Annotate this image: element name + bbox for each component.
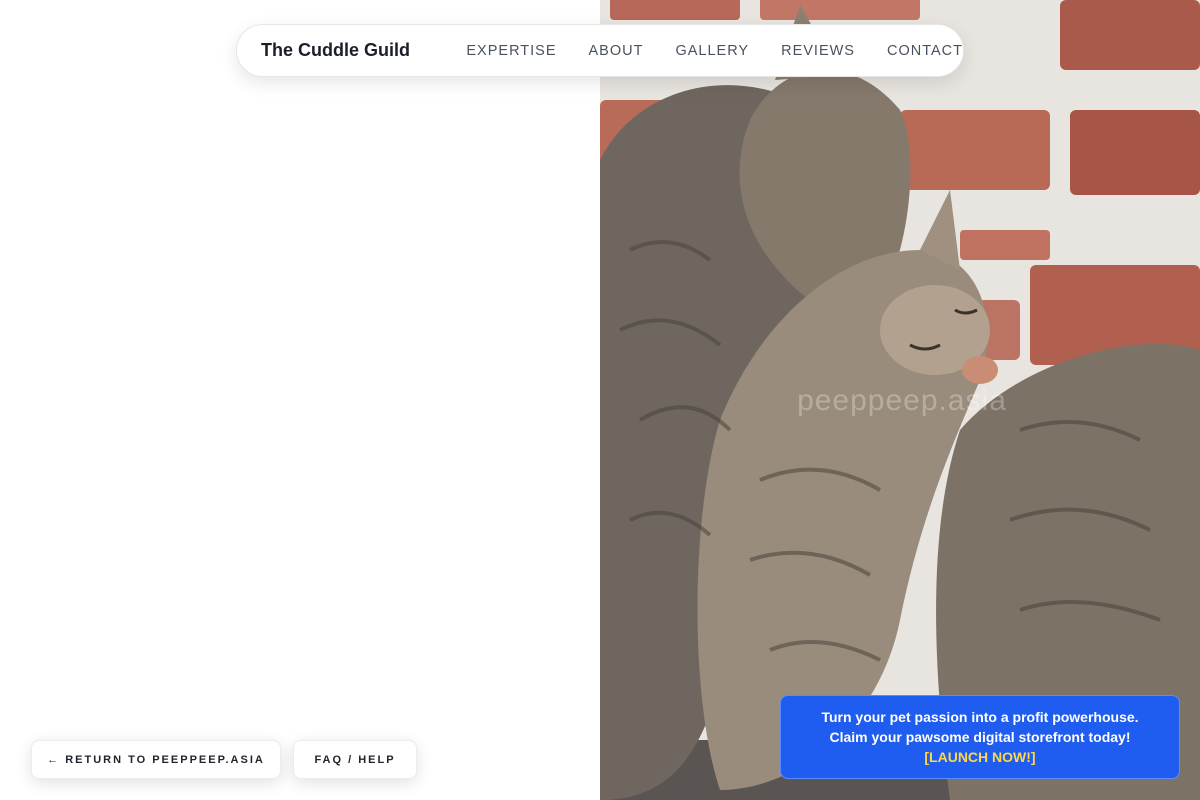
brand-logo-text[interactable]: The Cuddle Guild [261,40,450,61]
nav-link-gallery[interactable]: GALLERY [675,43,749,59]
launch-now-link[interactable]: [LAUNCH NOW!] [924,747,1035,767]
nav-link-reviews[interactable]: REVIEWS [781,43,855,59]
nav-link-contact[interactable]: CONTACT [887,43,963,59]
promo-line-1: Turn your pet passion into a profit powe… [821,709,1139,725]
nav-link-expertise[interactable]: EXPERTISE [466,43,556,59]
nav-link-about[interactable]: ABOUT [589,43,644,59]
top-navigation: The Cuddle Guild EXPERTISE ABOUT GALLERY… [236,24,964,77]
return-to-site-button[interactable]: ← RETURN TO PEEPPEEP.ASIA [31,740,281,779]
watermark-text: peeppeep.asia [797,384,1007,417]
promo-line-2: Claim your pawsome digital storefront to… [829,729,1131,745]
faq-help-button[interactable]: FAQ / HELP [293,740,417,779]
hero-photo: peeppeep.asia [600,0,1200,800]
promo-banner: Turn your pet passion into a profit powe… [780,695,1180,779]
nav-links: EXPERTISE ABOUT GALLERY REVIEWS CONTACT [466,43,963,59]
